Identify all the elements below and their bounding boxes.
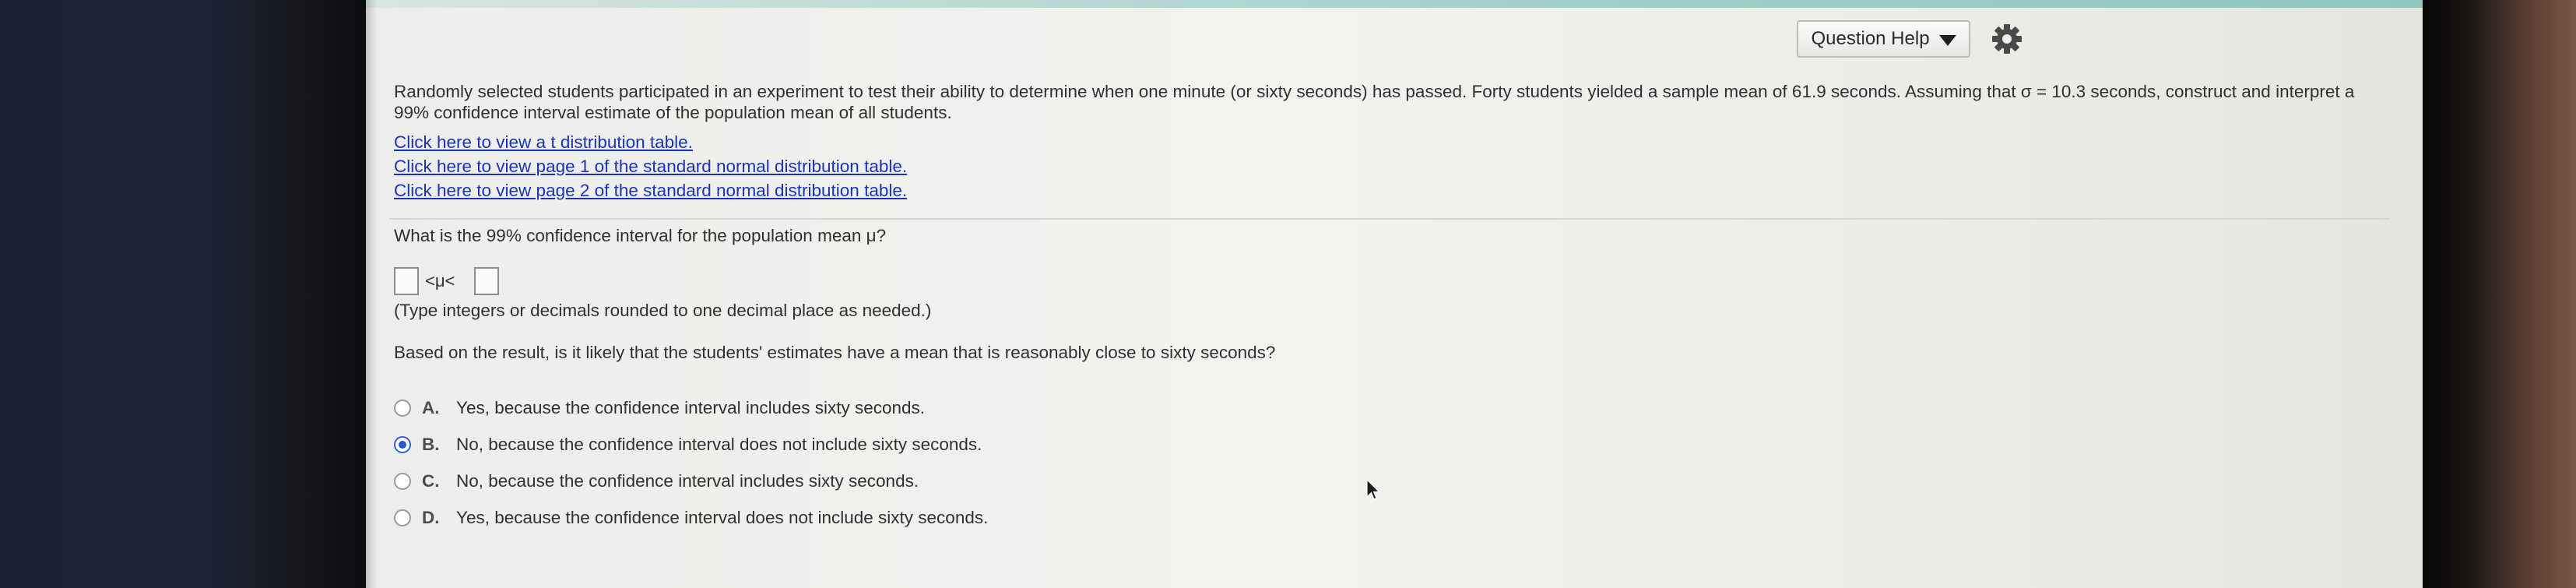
option-d[interactable]: D. Yes, because the confidence interval … xyxy=(394,506,988,530)
option-b-text: No, because the confidence interval does… xyxy=(456,435,982,454)
radio-b[interactable] xyxy=(394,436,411,453)
radio-a[interactable] xyxy=(394,400,411,417)
option-a-letter: A. xyxy=(422,398,440,417)
lower-bound-input[interactable] xyxy=(394,267,419,295)
problem-statement: Randomly selected students participated … xyxy=(394,82,2355,122)
photo-right-surround xyxy=(2423,0,2576,588)
option-d-letter: D. xyxy=(422,508,440,527)
caret-down-icon xyxy=(1938,35,1956,46)
rounding-hint: (Type integers or decimals rounded to on… xyxy=(394,301,932,320)
option-b-letter: B. xyxy=(422,435,440,454)
mouse-pointer-icon xyxy=(1366,478,1380,500)
mu-inequality: <μ< xyxy=(425,271,455,290)
screen-edge-shadow xyxy=(366,0,377,588)
option-b[interactable]: B. No, because the confidence interval d… xyxy=(394,433,982,456)
question-help-label: Question Help xyxy=(1811,28,1930,49)
option-d-text: Yes, because the confidence interval doe… xyxy=(456,508,989,527)
option-c[interactable]: C. No, because the confidence interval i… xyxy=(394,470,919,493)
normal-table-page1-link[interactable]: Click here to view page 1 of the standar… xyxy=(394,157,907,177)
question-1-prompt: What is the 99% confidence interval for … xyxy=(394,226,887,245)
option-c-letter: C. xyxy=(422,471,440,491)
option-a-text: Yes, because the confidence interval inc… xyxy=(456,398,926,417)
radio-c[interactable] xyxy=(394,473,411,490)
option-c-text: No, because the confidence interval incl… xyxy=(456,471,919,491)
normal-table-page2-link[interactable]: Click here to view page 2 of the standar… xyxy=(394,181,907,201)
option-a[interactable]: A. Yes, because the confidence interval … xyxy=(394,396,925,420)
photo-left-surround xyxy=(0,0,366,588)
question-help-button[interactable]: Question Help xyxy=(1797,20,1970,58)
gear-icon[interactable] xyxy=(1991,23,2022,55)
radio-d[interactable] xyxy=(394,509,411,526)
t-distribution-table-link[interactable]: Click here to view a t distribution tabl… xyxy=(394,132,693,153)
upper-bound-input[interactable] xyxy=(474,267,499,295)
top-accent-bar xyxy=(366,0,2423,8)
section-divider xyxy=(389,218,2390,220)
question-2-prompt: Based on the result, is it likely that t… xyxy=(394,343,1276,362)
